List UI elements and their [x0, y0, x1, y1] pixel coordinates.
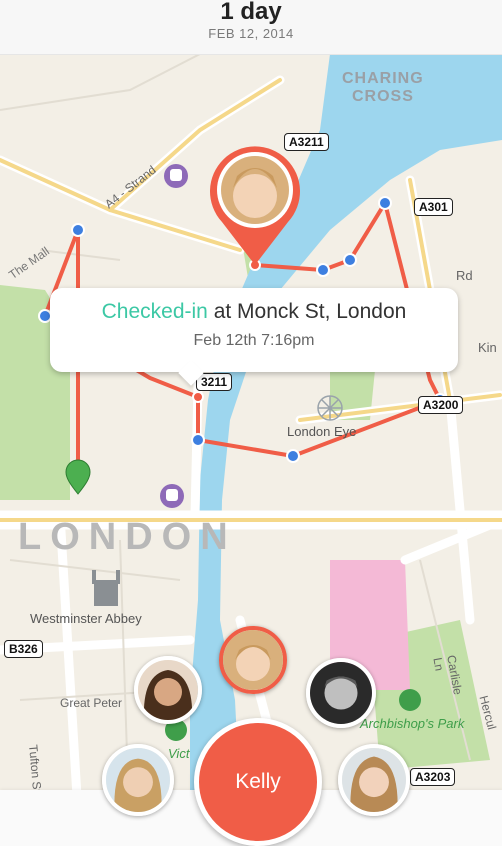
callout-title: Checked-in at Monck St, London	[50, 300, 458, 324]
road-shield-a301: A301	[414, 198, 453, 216]
route-point	[71, 223, 85, 237]
checked-in-label: Checked-in	[101, 300, 208, 323]
road-shield-a3211: A3211	[284, 133, 329, 151]
train-station-icon	[160, 484, 184, 508]
route-point	[286, 449, 300, 463]
app-header: 1 day FEB 12, 2014	[0, 0, 502, 55]
london-eye-icon	[317, 395, 343, 421]
road-shield-b326: B326	[4, 640, 43, 658]
westminster-abbey-label: Westminster Abbey	[30, 611, 142, 626]
charing-cross-label: CHARING	[342, 70, 424, 87]
road-shield-a3203: A3203	[410, 768, 456, 786]
checkin-location: at Monck St, London	[207, 300, 407, 323]
route-point	[378, 196, 392, 210]
london-eye-label: London Eye	[287, 424, 357, 439]
rd-label: Rd	[456, 268, 473, 283]
road-shield-a3211-mid: 3211	[196, 373, 233, 391]
city-label: LONDON	[18, 516, 237, 558]
route-point	[316, 263, 330, 277]
charing-cross-label-2: CROSS	[352, 88, 414, 105]
park-icon	[399, 689, 421, 711]
duration-title: 1 day	[220, 0, 282, 25]
avatar-friend-3[interactable]	[102, 744, 174, 816]
route-point	[191, 433, 205, 447]
avatar-selected-on-map[interactable]	[219, 626, 287, 694]
checkin-callout[interactable]: Checked-in at Monck St, London Feb 12th …	[50, 288, 458, 386]
victoria-label: Vict	[168, 746, 190, 761]
selected-person-button[interactable]: Kelly	[194, 718, 322, 846]
archbishops-park-label: Archbishop's Park	[360, 716, 465, 731]
date-label[interactable]: FEB 12, 2014	[0, 26, 502, 42]
avatar-friend-4[interactable]	[338, 744, 410, 816]
checkin-time: Feb 12th 7:16pm	[193, 332, 315, 349]
great-peter-label: Great Peter	[60, 696, 123, 710]
train-station-icon	[164, 164, 188, 188]
road-shield-a3200: A3200	[418, 396, 464, 414]
route-point	[343, 253, 357, 267]
avatar-friend-2[interactable]	[306, 658, 376, 728]
kin-label: Kin	[478, 340, 497, 355]
route-point-active	[192, 391, 204, 403]
avatar-friend-1[interactable]	[134, 656, 202, 724]
